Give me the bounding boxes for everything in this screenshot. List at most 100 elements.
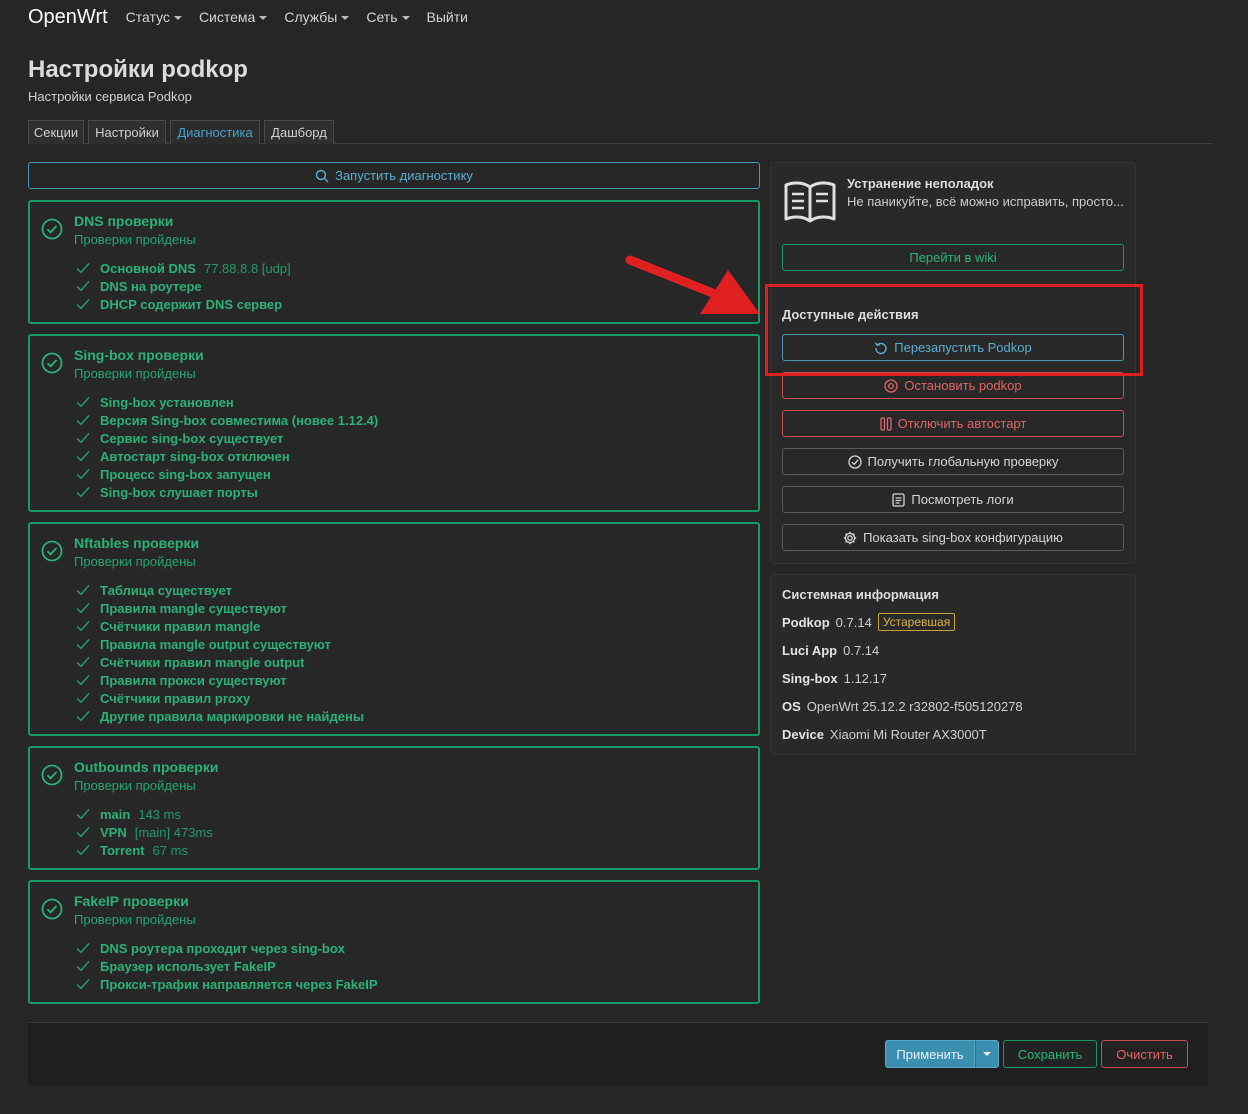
check-card-title: Outbounds проверки: [74, 759, 219, 775]
system-info-value: 1.12.17: [843, 670, 887, 686]
system-info-key: Podkop: [782, 614, 830, 630]
check-circle-icon: [847, 454, 862, 469]
stop-circle-icon: [884, 378, 899, 393]
check-item-label: DNS роутера проходит через sing-box: [100, 940, 346, 956]
check-item: DNS роутера проходит через sing-box: [76, 939, 378, 957]
nav-logout[interactable]: Выйти: [427, 9, 468, 25]
check-item: Таблица существует: [76, 581, 364, 599]
check-item: Sing-box слушает порты: [76, 483, 378, 501]
check-card-title: Nftables проверки: [74, 535, 200, 551]
check-items: Sing-box установлен Версия Sing-box совме…: [76, 393, 378, 501]
check-item-label: Таблица существует: [100, 582, 233, 598]
check-item-label: Сервис sing-box существует: [100, 430, 284, 446]
checkmark-icon: [76, 414, 90, 426]
tab-diagnostics[interactable]: Диагностика: [170, 120, 260, 144]
check-item: Другие правила маркировки не найдены: [76, 707, 364, 725]
run-diagnostics-button[interactable]: Запустить диагностику: [28, 162, 760, 189]
check-card: Nftables проверки Проверки пройдены Таблиц…: [28, 522, 760, 736]
check-items: Основной DNS 77.88.8.8 [udp] DNS на роутер…: [76, 259, 291, 313]
brand-logo[interactable]: OpenWrt: [28, 6, 108, 29]
check-items: Таблица существует Правила mangle существ…: [76, 581, 364, 725]
system-info-row: Podkop 0.7.14 Устаревшая: [782, 612, 956, 632]
check-circle-icon: [41, 540, 63, 562]
wiki-button[interactable]: Перейти в wiki: [782, 244, 1124, 271]
apply-button[interactable]: Применить: [885, 1040, 975, 1068]
check-item-value: 77.88.8.8 [udp]: [203, 260, 291, 276]
nav-system-label: Система: [198, 9, 256, 25]
checkmark-icon: [76, 692, 90, 704]
check-item: Счётчики правил mangle: [76, 617, 364, 635]
checkmark-icon: [76, 826, 90, 838]
stop-podkop-button[interactable]: Остановить podkop: [782, 372, 1124, 399]
check-card-title: FakeIP проверки: [74, 893, 189, 909]
show-config-button[interactable]: Показать sing-box конфигурацию: [782, 524, 1124, 551]
nav-network-label: Сеть: [366, 9, 398, 25]
check-card-status: Проверки пройдены: [74, 912, 196, 927]
check-card-status: Проверки пройдены: [74, 554, 196, 569]
check-items: main 143 ms VPN [main] 473ms Torrent 67 ms: [76, 805, 213, 859]
system-info-row: Luci App 0.7.14: [782, 640, 879, 660]
check-circle-icon: [41, 898, 63, 920]
nav-status[interactable]: Статус: [126, 9, 182, 25]
nav-system[interactable]: Система: [198, 9, 268, 25]
tab-sections[interactable]: Секции: [28, 120, 84, 144]
check-item: Правила прокси существуют: [76, 671, 364, 689]
check-item: Автостарт sing-box отключен: [76, 447, 378, 465]
check-item-label: Torrent: [100, 842, 145, 858]
checkmark-icon: [76, 674, 90, 686]
checkmark-icon: [76, 432, 90, 444]
global-check-label: Получить глобальную проверку: [867, 454, 1059, 469]
tab-dashboard[interactable]: Дашборд: [264, 120, 334, 144]
nav-services[interactable]: Службы: [284, 9, 350, 25]
checkmark-icon: [76, 656, 90, 668]
global-check-button[interactable]: Получить глобальную проверку: [782, 448, 1124, 475]
tab-settings[interactable]: Настройки: [88, 120, 166, 144]
nav-network[interactable]: Сеть: [366, 9, 410, 25]
chevron-down-icon: [401, 15, 410, 20]
system-info-value: 0.7.14: [835, 614, 872, 630]
check-card: Sing-box проверки Проверки пройдены Sing-b…: [28, 334, 760, 512]
check-item: DNS на роутере: [76, 277, 291, 295]
check-item: Процесс sing-box запущен: [76, 465, 378, 483]
check-item-label: Правила mangle output существуют: [100, 636, 331, 652]
nav-services-label: Службы: [284, 9, 338, 25]
checkmark-icon: [76, 396, 90, 408]
checkmark-icon: [76, 584, 90, 596]
disable-autostart-button[interactable]: Отключить автостарт: [782, 410, 1124, 437]
system-info-key: Luci App: [782, 642, 838, 658]
check-item: VPN [main] 473ms: [76, 823, 213, 841]
stop-podkop-label: Остановить podkop: [904, 378, 1022, 393]
system-info-row: OS OpenWrt 25.12.2 r32802-f505120278: [782, 696, 1023, 716]
system-info-value: Xiaomi Mi Router AX3000T: [829, 726, 987, 742]
checkmark-icon: [76, 978, 90, 990]
annotation-arrow-icon: [625, 255, 760, 314]
check-item-label: Прокси-трафик направляется через FakeIP: [100, 976, 378, 992]
system-info-key: Device: [782, 726, 824, 742]
clear-button[interactable]: Очистить: [1101, 1040, 1188, 1068]
system-info-title: Системная информация: [782, 587, 939, 602]
checkmark-icon: [76, 450, 90, 462]
apply-dropdown-button[interactable]: [975, 1040, 999, 1068]
checkmark-icon: [76, 808, 90, 820]
check-item-label: Основной DNS: [100, 260, 196, 276]
save-button[interactable]: Сохранить: [1003, 1040, 1097, 1068]
checkmark-icon: [76, 942, 90, 954]
troubleshoot-title: Устранение неполадок: [847, 176, 994, 191]
view-logs-button[interactable]: Посмотреть логи: [782, 486, 1124, 513]
view-logs-label: Посмотреть логи: [911, 492, 1014, 507]
chevron-down-icon: [173, 15, 182, 20]
check-item-value: 67 ms: [152, 842, 188, 858]
system-info-value: 0.7.14: [843, 642, 880, 658]
system-info-key: Sing-box: [782, 670, 838, 686]
check-item-label: Правила mangle существуют: [100, 600, 287, 616]
check-circle-icon: [41, 218, 63, 240]
check-item-label: Sing-box установлен: [100, 394, 234, 410]
check-card-status: Проверки пройдены: [74, 366, 196, 381]
check-item-label: VPN: [100, 824, 127, 840]
check-item-label: Правила прокси существуют: [100, 672, 287, 688]
check-item-label: DHCP содержит DNS сервер: [100, 296, 283, 312]
check-items: DNS роутера проходит через sing-box Брауз…: [76, 939, 378, 993]
check-item-label: Процесс sing-box запущен: [100, 466, 271, 482]
book-icon: [784, 181, 836, 223]
page-title: Настройки podkop: [28, 56, 248, 83]
